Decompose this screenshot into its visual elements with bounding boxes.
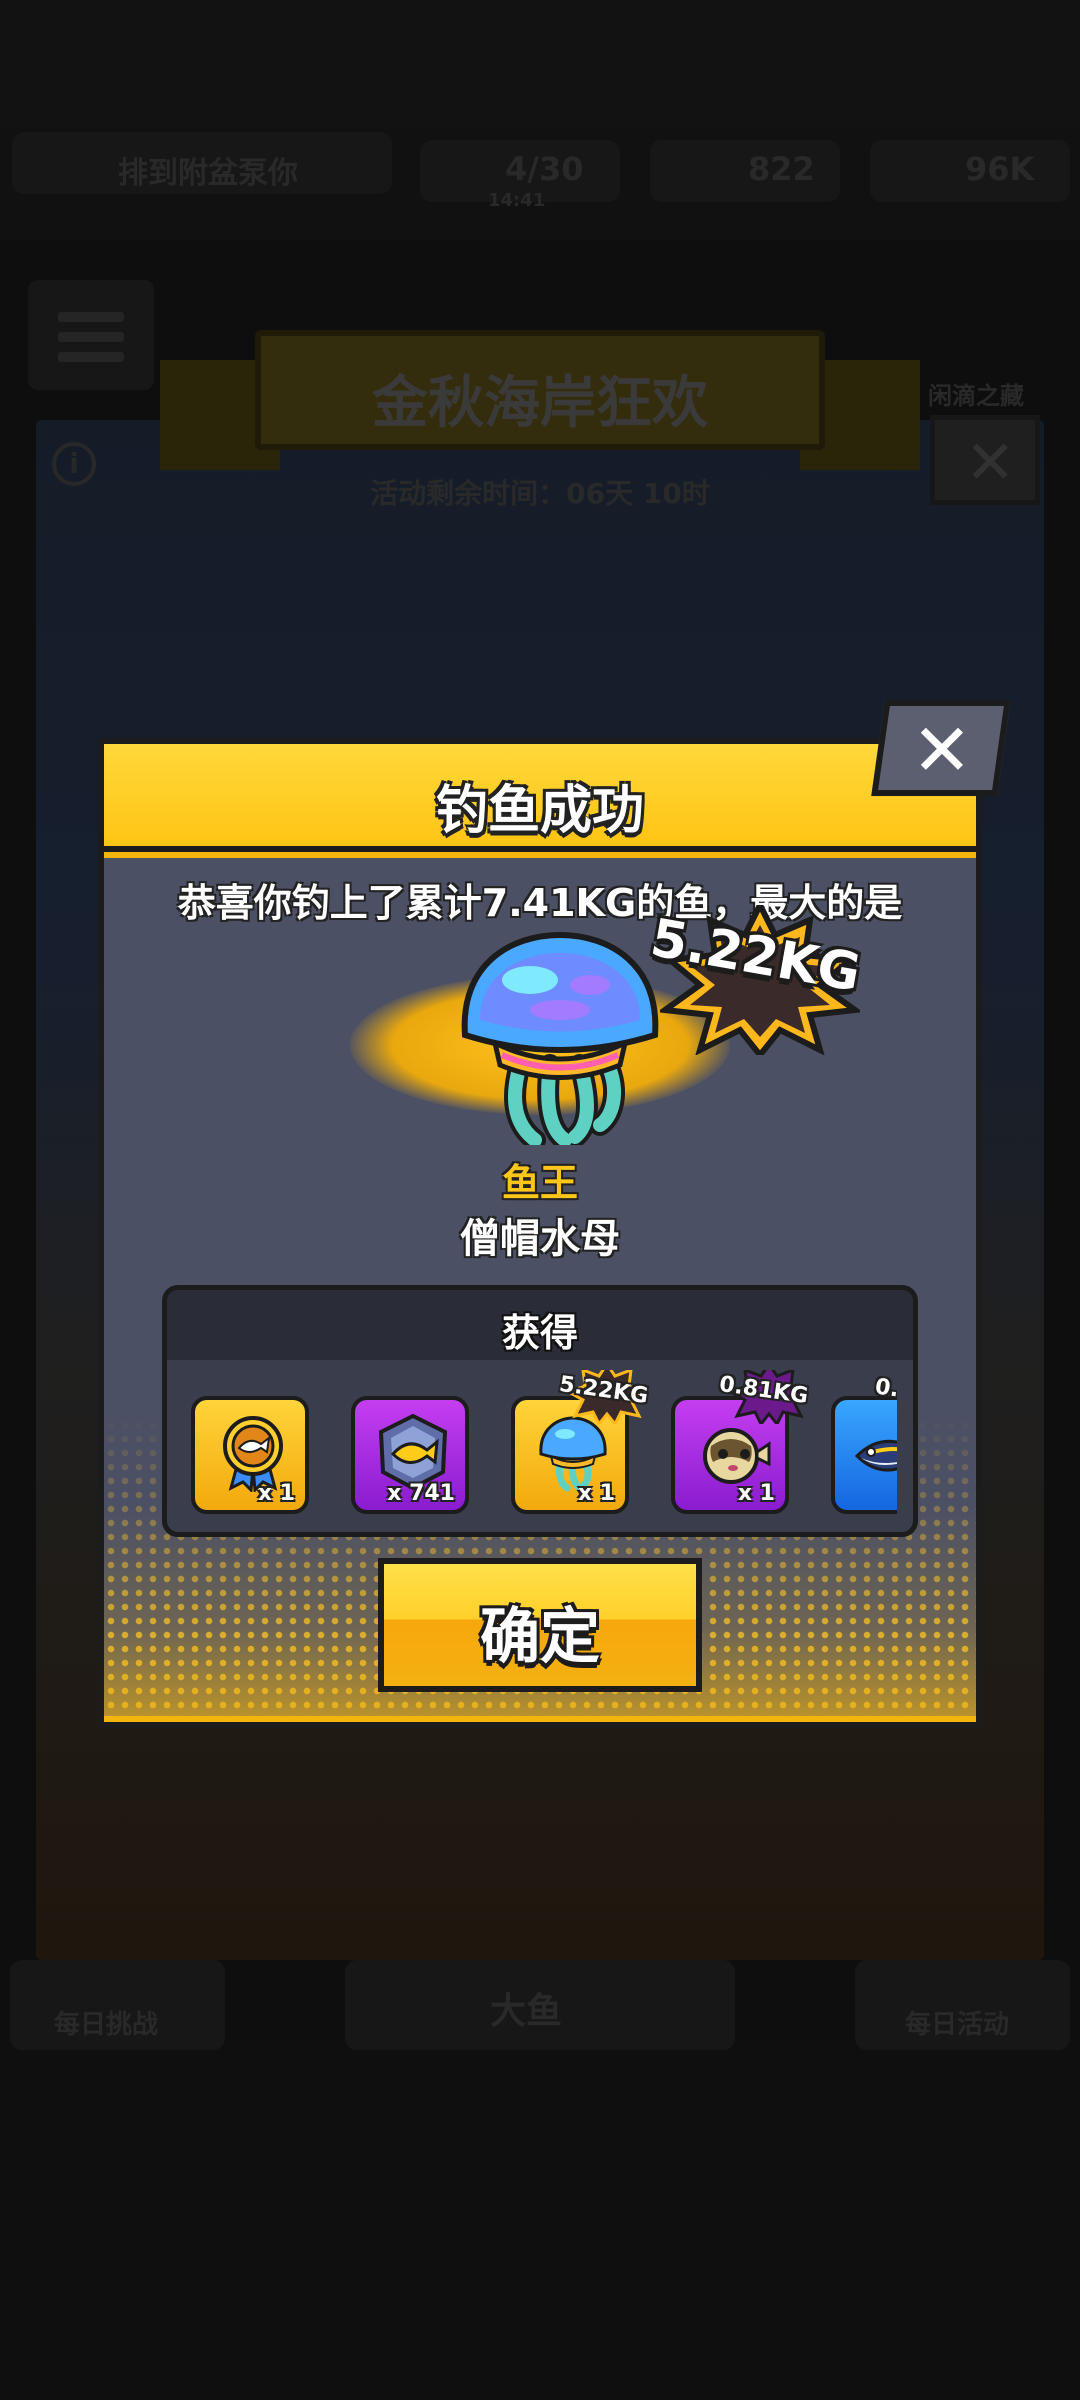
reward-item[interactable]: x 741 <box>351 1396 469 1514</box>
reward-count: x 1 <box>577 1481 615 1506</box>
rewards-header: 获得 <box>167 1290 913 1360</box>
reward-item[interactable]: x 1 <box>191 1396 309 1514</box>
confirm-button[interactable]: 确定 <box>378 1558 702 1692</box>
tuna-icon <box>854 1439 897 1472</box>
dialog-title: 钓鱼成功 <box>435 781 644 841</box>
dialog-header: 钓鱼成功 <box>104 744 976 852</box>
rewards-title: 获得 <box>501 1311 578 1355</box>
jellyfish-icon <box>461 931 659 1145</box>
dialog-close-button[interactable]: ✕ <box>871 700 1011 796</box>
reward-count: x 741 <box>387 1481 455 1506</box>
medal-fish-icon <box>223 1416 283 1492</box>
confirm-button-label: 确定 <box>480 1602 600 1672</box>
reward-count: x 1 <box>257 1481 295 1506</box>
pufferfish-icon <box>703 1428 771 1484</box>
fish-name: 僧帽水母 <box>460 1216 620 1262</box>
reward-item[interactable]: x <box>831 1396 897 1514</box>
rewards-list[interactable]: x 1 x 741 x 1 x 1 5.22KG 0.81KG 0. <box>191 1370 897 1520</box>
weight-tag: 0. <box>873 1374 897 1403</box>
fish-rank-label: 鱼王 <box>501 1161 578 1205</box>
rewards-panel: 获得 x 1 x 741 x 1 x 1 5.22KG 0.81KG 0. <box>162 1285 918 1537</box>
fish-token-icon <box>378 1413 448 1491</box>
close-icon: ✕ <box>911 708 973 792</box>
reward-count: x 1 <box>737 1481 775 1506</box>
jellyfish-icon <box>539 1416 607 1492</box>
